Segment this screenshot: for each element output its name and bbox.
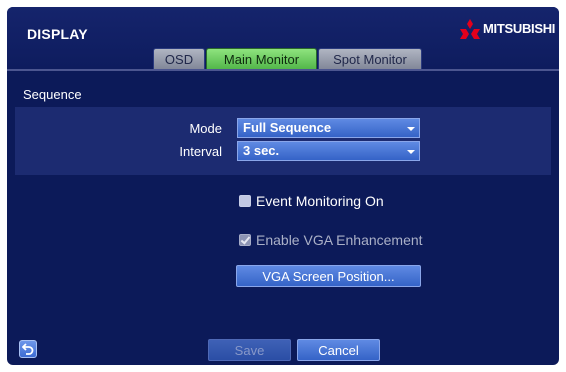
interval-value: 3 sec. (243, 143, 280, 158)
display-window: DISPLAY MITSUBISHI OSD Main Monitor Spot… (7, 7, 559, 365)
back-arrow-icon (22, 343, 34, 355)
chevron-down-icon (407, 127, 415, 131)
mitsubishi-diamonds-icon (460, 19, 480, 39)
tab-divider (7, 69, 559, 71)
vga-enhancement-label: Enable VGA Enhancement (256, 232, 423, 248)
vga-screen-position-button[interactable]: VGA Screen Position... (236, 265, 421, 287)
brand-name: MITSUBISHI (483, 21, 556, 36)
mode-dropdown[interactable]: Full Sequence (237, 118, 420, 138)
header-bar: DISPLAY MITSUBISHI OSD Main Monitor Spot… (7, 7, 559, 70)
window-title: DISPLAY (27, 26, 88, 42)
interval-label: Interval (179, 144, 222, 159)
cancel-label: Cancel (318, 342, 359, 358)
interval-dropdown[interactable]: 3 sec. (237, 141, 420, 161)
save-button[interactable]: Save (208, 339, 291, 361)
cancel-button[interactable]: Cancel (297, 339, 380, 361)
tab-main-monitor-label: Main Monitor (223, 52, 300, 67)
checkbox-checked-disabled (239, 234, 251, 246)
sequence-section-title: Sequence (23, 87, 82, 102)
vga-screen-position-label: VGA Screen Position... (262, 268, 395, 284)
vga-enhancement-checkbox: Enable VGA Enhancement (239, 232, 423, 248)
checkbox-box[interactable] (239, 195, 251, 207)
tab-spot-monitor-label: Spot Monitor (333, 52, 407, 67)
event-monitoring-label: Event Monitoring On (256, 193, 384, 209)
tab-osd-label: OSD (164, 52, 194, 67)
back-button[interactable] (19, 340, 37, 358)
tab-osd[interactable]: OSD (153, 48, 205, 70)
brand-logo: MITSUBISHI (453, 19, 559, 39)
mode-label: Mode (189, 121, 222, 136)
tab-main-monitor[interactable]: Main Monitor (206, 48, 317, 70)
chevron-down-icon (407, 150, 415, 154)
save-label: Save (234, 342, 265, 358)
event-monitoring-checkbox[interactable]: Event Monitoring On (239, 193, 384, 209)
mode-value: Full Sequence (243, 120, 332, 135)
tab-spot-monitor[interactable]: Spot Monitor (318, 48, 422, 70)
